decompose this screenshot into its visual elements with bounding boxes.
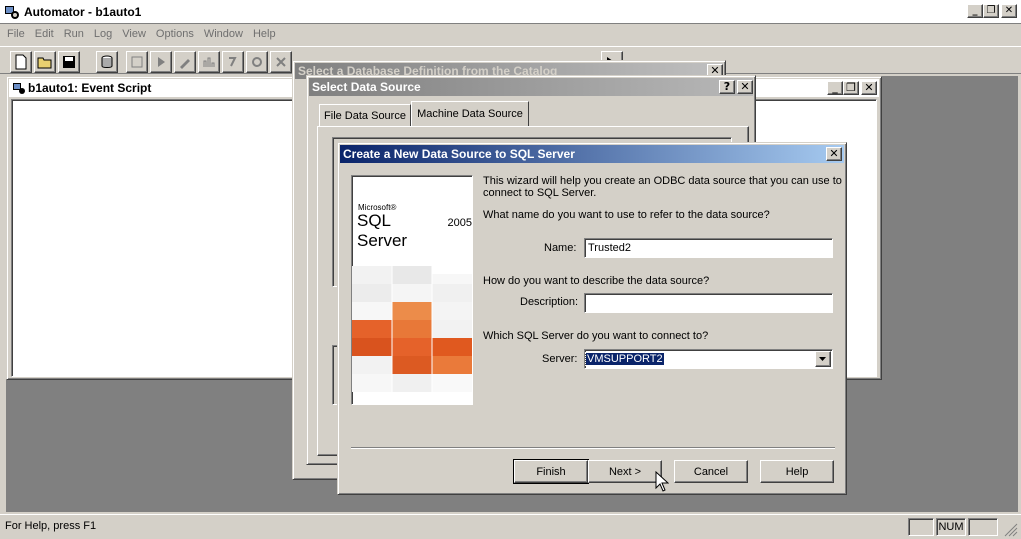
create-data-source-dialog: Create a New Data Source to SQL Server ✕… xyxy=(337,142,847,495)
dropdown-arrow-icon[interactable] xyxy=(815,351,831,367)
select-ds-help-button[interactable]: ? xyxy=(719,80,735,94)
event-script-title: b1auto1: Event Script xyxy=(28,81,152,95)
select-ds-close-button[interactable]: ✕ xyxy=(737,80,753,94)
logo-version: 2005 xyxy=(447,217,472,229)
settings-icon[interactable] xyxy=(246,51,268,73)
automator-app-icon xyxy=(4,4,20,20)
menu-help[interactable]: Help xyxy=(248,28,281,40)
select-data-source-titlebar: Select Data Source xyxy=(309,78,753,96)
menu-window[interactable]: Window xyxy=(199,28,248,40)
app-title: Automator - b1auto1 xyxy=(24,4,142,19)
description-question: How do you want to describe the data sou… xyxy=(483,275,710,287)
button-separator xyxy=(351,447,835,449)
server-value: VMSUPPORT2 xyxy=(585,352,665,366)
help-button[interactable]: Help xyxy=(760,460,834,483)
create-ds-title: Create a New Data Source to SQL Server xyxy=(343,147,575,161)
app-titlebar: Automator - b1auto1 _ ❐ ✕ xyxy=(0,0,1021,24)
mouse-cursor-icon xyxy=(655,471,669,492)
tab-file-data-source[interactable]: File Data Source xyxy=(319,104,411,126)
statusbar: For Help, press F1 NUM xyxy=(0,514,1021,539)
restore-button[interactable]: ❐ xyxy=(983,4,999,18)
logo-product: SQL Server 2005 xyxy=(357,211,472,251)
name-input[interactable]: Trusted2 xyxy=(584,238,833,258)
select-data-source-title: Select Data Source xyxy=(312,80,421,94)
resize-grip-icon[interactable] xyxy=(1004,523,1018,537)
menu-view[interactable]: View xyxy=(117,28,151,40)
tab-machine-data-source[interactable]: Machine Data Source xyxy=(411,101,529,126)
status-panel-scroll xyxy=(968,518,998,536)
child-minimize-button[interactable]: _ xyxy=(827,81,843,95)
sql-server-logo-panel: Microsoft® SQL Server 2005 xyxy=(351,175,473,405)
tools-icon[interactable] xyxy=(270,51,292,73)
step-icon[interactable] xyxy=(222,51,244,73)
server-combobox[interactable]: VMSUPPORT2 xyxy=(584,349,833,369)
status-num-indicator: NUM xyxy=(936,518,966,536)
menu-edit[interactable]: Edit xyxy=(30,28,59,40)
wizard-intro-text: This wizard will help you create an ODBC… xyxy=(483,175,842,199)
edit-icon[interactable] xyxy=(174,51,196,73)
logo-tile-graphic xyxy=(352,260,472,404)
status-help-text: For Help, press F1 xyxy=(5,520,97,532)
description-input[interactable] xyxy=(584,293,833,313)
create-ds-titlebar: Create a New Data Source to SQL Server xyxy=(340,145,844,163)
menu-log[interactable]: Log xyxy=(89,28,117,40)
child-restore-button[interactable]: ❐ xyxy=(843,81,859,95)
status-panel-caps xyxy=(908,518,934,536)
menu-options[interactable]: Options xyxy=(151,28,199,40)
finish-button[interactable]: Finish xyxy=(513,459,589,484)
chart-icon[interactable] xyxy=(198,51,220,73)
description-label: Description: xyxy=(520,296,579,308)
tab-machine-data-source-label: Machine Data Source xyxy=(417,108,523,120)
tab-file-data-source-label: File Data Source xyxy=(324,109,406,122)
next-button[interactable]: Next > xyxy=(588,460,662,483)
name-label: Name: xyxy=(544,242,577,254)
database-icon[interactable] xyxy=(96,51,118,73)
minimize-button[interactable]: _ xyxy=(967,4,983,18)
menu-run[interactable]: Run xyxy=(59,28,89,40)
server-question: Which SQL Server do you want to connect … xyxy=(483,330,709,342)
save-icon[interactable] xyxy=(58,51,80,73)
cancel-button[interactable]: Cancel xyxy=(674,460,748,483)
close-button[interactable]: ✕ xyxy=(1001,4,1017,18)
script-icon[interactable] xyxy=(126,51,148,73)
server-label: Server: xyxy=(542,353,578,365)
new-document-icon[interactable] xyxy=(10,51,32,73)
run-icon[interactable] xyxy=(150,51,172,73)
menu-file[interactable]: File xyxy=(2,28,30,40)
logo-product-name: SQL Server xyxy=(357,211,408,250)
name-question: What name do you want to use to refer to… xyxy=(483,209,770,221)
event-script-icon xyxy=(12,81,26,95)
menubar: File Edit Run Log View Options Window He… xyxy=(0,24,1021,44)
open-folder-icon[interactable] xyxy=(34,51,56,73)
create-ds-close-button[interactable]: ✕ xyxy=(826,147,842,161)
child-close-button[interactable]: ✕ xyxy=(861,81,877,95)
